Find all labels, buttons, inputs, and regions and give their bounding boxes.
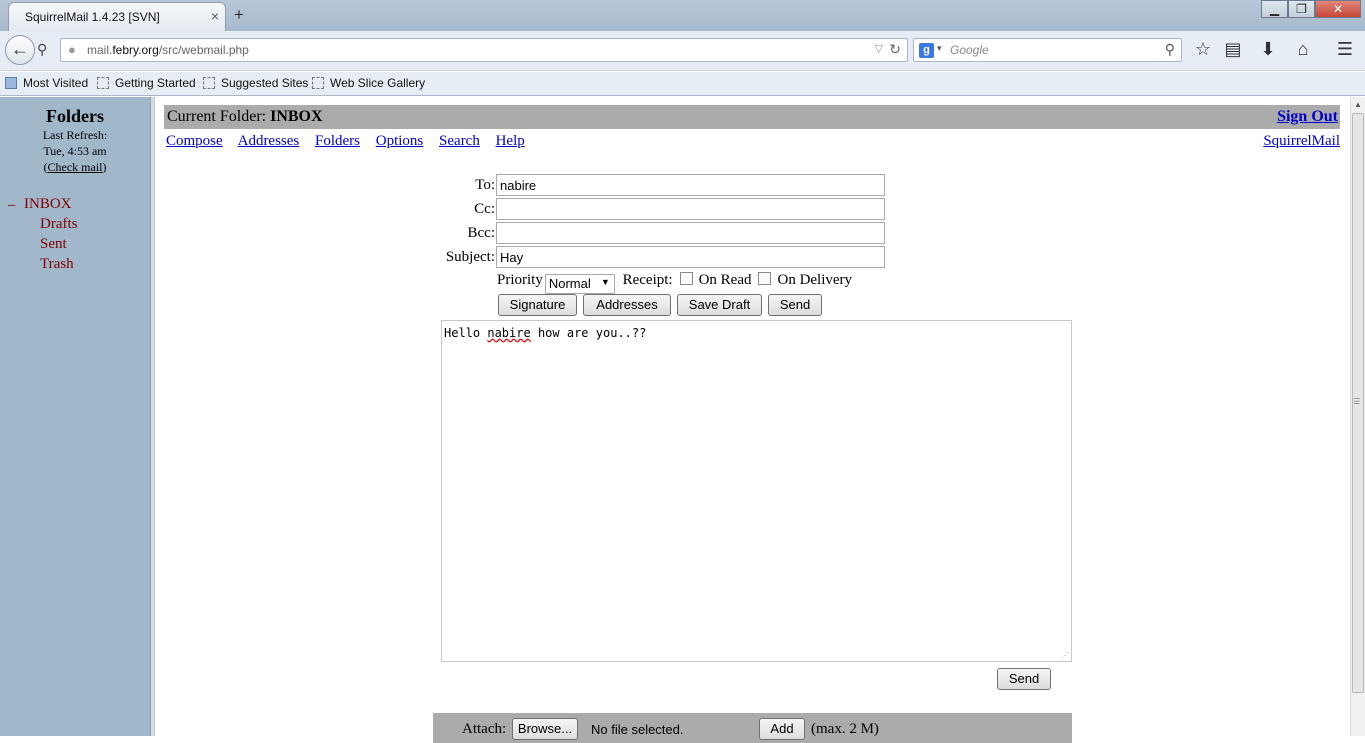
key-icon: ⚲ [37, 41, 48, 57]
back-arrow-icon[interactable]: ← [5, 35, 35, 65]
menu-icon[interactable]: ☰ [1334, 39, 1356, 60]
browser-tab[interactable]: SquirrelMail 1.4.23 [SVN] × [8, 2, 226, 31]
subject-label: Subject: [445, 249, 495, 265]
addresses-button[interactable]: Addresses [583, 294, 671, 316]
folders-link[interactable]: Folders [315, 133, 360, 149]
url-domain: febry.org [112, 43, 159, 57]
dropdown-arrow-icon[interactable]: ▽ [875, 42, 883, 55]
tab-title: SquirrelMail 1.4.23 [SVN] [25, 10, 160, 24]
on-read-checkbox[interactable] [679, 272, 693, 285]
browser-nav-bar: ← ⚲ ● mail.febry.org/src/webmail.php ▽ ↻… [0, 31, 1365, 71]
home-icon[interactable]: ⌂ [1292, 39, 1314, 60]
to-field[interactable]: nabire [496, 174, 885, 196]
check-mail-link[interactable]: Check mail [48, 160, 103, 174]
current-folder-label: Current Folder: [167, 108, 267, 125]
bookmark-most-visited[interactable]: Most Visited [5, 76, 88, 90]
cc-label: Cc: [474, 201, 495, 217]
scroll-grip-icon: ☰ [1353, 397, 1361, 406]
current-folder-bar: Current Folder: INBOX Sign Out [164, 105, 1340, 129]
bookmark-page-icon [97, 77, 109, 89]
folder-pane: Folders Last Refresh: Tue, 4:53 am (Chec… [0, 97, 150, 736]
vertical-scrollbar[interactable]: ▲ ☰ [1350, 97, 1365, 736]
collapse-toggle[interactable]: – [8, 197, 16, 214]
url-bar[interactable]: ● mail.febry.org/src/webmail.php ▽ ↻ [60, 38, 908, 62]
folder-drafts[interactable]: Drafts [40, 216, 78, 233]
browse-button[interactable]: Browse... [512, 718, 578, 740]
squirrelmail-link[interactable]: SquirrelMail [1263, 133, 1340, 150]
check-mail-row: (Check mail) [43, 160, 107, 174]
folder-inbox[interactable]: INBOX [24, 196, 72, 213]
new-tab-icon[interactable]: + [234, 5, 244, 25]
on-delivery-label: On Delivery [777, 272, 853, 288]
folder-sent[interactable]: Sent [40, 236, 67, 253]
search-engine-dropdown-icon[interactable]: ▾ [937, 43, 942, 54]
search-placeholder: Google [950, 43, 989, 57]
signature-button[interactable]: Signature [498, 294, 577, 316]
google-icon[interactable]: g [919, 43, 934, 58]
subject-field[interactable]: Hay [496, 246, 885, 268]
globe-icon: ● [68, 42, 76, 57]
on-delivery-checkbox[interactable] [758, 272, 772, 285]
url-path: /src/webmail.php [158, 43, 249, 57]
save-draft-button[interactable]: Save Draft [677, 294, 762, 316]
to-label: To: [475, 177, 495, 193]
options-link[interactable]: Options [376, 133, 424, 149]
bcc-field[interactable] [496, 222, 885, 244]
sign-out-link[interactable]: Sign Out [1277, 108, 1338, 126]
current-folder-name: INBOX [270, 108, 323, 125]
close-tab-icon[interactable]: × [211, 8, 219, 24]
attach-label: Attach: [462, 721, 507, 737]
send-button-bottom[interactable]: Send [997, 668, 1051, 690]
bookmark-page-icon [203, 77, 215, 89]
browser-title-bar: SquirrelMail 1.4.23 [SVN] × + ▁ ❐ ✕ [0, 0, 1365, 31]
most-visited-icon [5, 77, 17, 89]
send-button[interactable]: Send [768, 294, 822, 316]
last-refresh-label: Last Refresh: [42, 128, 108, 142]
bookmark-getting-started[interactable]: Getting Started [97, 76, 196, 90]
bookmark-page-icon [312, 77, 324, 89]
receipt-label: Receipt: [622, 272, 673, 288]
resize-grip-icon[interactable]: ⋰ [1061, 651, 1069, 660]
message-body[interactable]: Hello nabire how are you..?? ⋰ [441, 320, 1072, 662]
main-menu: Compose Addresses Folders Options Search… [166, 133, 537, 150]
bookmark-web-slice-gallery[interactable]: Web Slice Gallery [312, 76, 425, 90]
bookmarks-list-icon[interactable]: ▤ [1222, 39, 1244, 60]
priority-select[interactable]: Normal ▼ [544, 274, 615, 294]
max-size-text: (max. 2 M) [811, 721, 879, 737]
scroll-up-icon[interactable]: ▲ [1354, 100, 1362, 109]
add-attachment-button[interactable]: Add [759, 718, 805, 740]
search-link[interactable]: Search [439, 133, 480, 149]
bookmark-suggested-sites[interactable]: Suggested Sites [203, 76, 308, 90]
reload-icon[interactable]: ↻ [889, 41, 901, 58]
restore-icon[interactable]: ❐ [1288, 0, 1315, 18]
misspelled-word: nabire [487, 326, 531, 340]
bookmarks-toolbar: Most Visited Getting Started Suggested S… [0, 72, 1365, 96]
options-row: Priority Normal ▼ Receipt: On Read On Delive… [497, 272, 852, 294]
search-input[interactable]: g ▾ Google ⚲ [913, 38, 1182, 62]
last-refresh-time: Tue, 4:53 am [43, 144, 107, 158]
folders-title: Folders [46, 106, 104, 126]
cc-field[interactable] [496, 198, 885, 220]
search-icon[interactable]: ⚲ [1165, 41, 1175, 58]
attach-bar: Attach: Browse... No file selected. Add … [433, 713, 1072, 743]
addresses-link[interactable]: Addresses [238, 133, 300, 149]
priority-label: Priority [497, 272, 543, 288]
on-read-label: On Read [698, 272, 752, 288]
url-prefix: mail. [87, 43, 113, 57]
minimize-icon[interactable]: ▁ [1261, 0, 1288, 18]
no-file-text: No file selected. [591, 722, 684, 737]
bookmark-star-icon[interactable]: ☆ [1192, 39, 1214, 60]
help-link[interactable]: Help [496, 133, 525, 149]
chevron-down-icon: ▼ [600, 277, 610, 287]
download-icon[interactable]: ⬇ [1257, 39, 1279, 60]
bcc-label: Bcc: [467, 225, 496, 241]
folder-trash[interactable]: Trash [40, 256, 74, 273]
compose-pane: Current Folder: INBOX Sign Out Compose A… [155, 97, 1350, 743]
window-close-icon[interactable]: ✕ [1315, 0, 1361, 18]
compose-link[interactable]: Compose [166, 133, 223, 149]
